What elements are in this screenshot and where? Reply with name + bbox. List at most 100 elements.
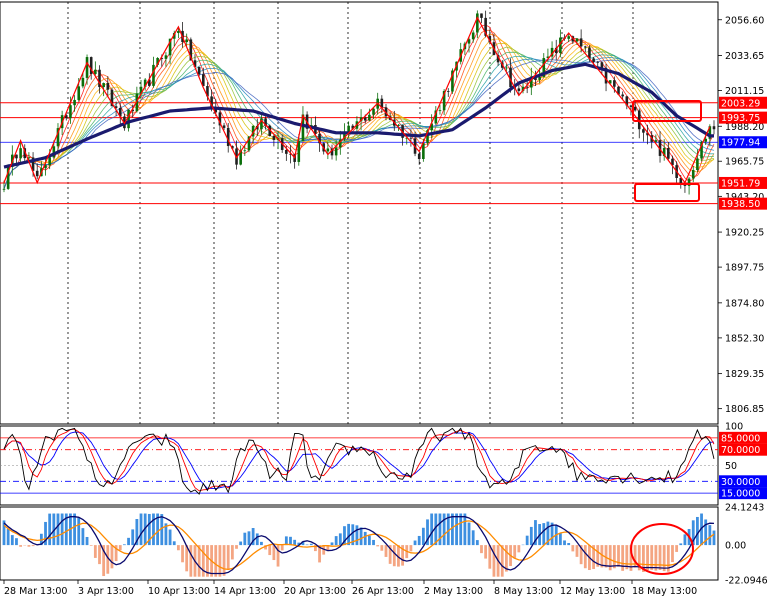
oscillator-level-tag-label: 85.0000	[721, 433, 760, 444]
macd-histogram-bar	[243, 532, 247, 546]
candle-body	[691, 170, 695, 179]
macd-histogram-bar	[10, 535, 14, 546]
macd-histogram-bar	[309, 543, 313, 546]
price-plot-area	[0, 1, 719, 425]
macd-histogram-bar	[683, 534, 687, 546]
candle-body	[621, 94, 624, 97]
x-tick-label: 12 May 13:00	[560, 586, 625, 597]
macd-histogram-bar	[81, 528, 85, 546]
macd-histogram-bar	[471, 530, 475, 546]
price-tick-label: 1965.75	[725, 157, 764, 168]
macd-histogram-bar	[85, 536, 89, 546]
macd-histogram-bar	[48, 513, 52, 546]
macd-histogram-bar	[305, 544, 309, 546]
macd-histogram-bar	[671, 545, 674, 563]
trading-chart: 2056.602033.652011.151988.201965.751943.…	[0, 1, 768, 597]
macd-histogram-bar	[654, 545, 658, 571]
macd-histogram-bar	[89, 545, 93, 546]
macd-histogram-bar	[272, 545, 276, 561]
price-tick-label: 2056.60	[725, 15, 764, 26]
candle-body	[2, 188, 6, 190]
candle-body	[409, 137, 413, 139]
level-price-tag-label: 1951.79	[721, 178, 760, 189]
candle-body	[633, 106, 637, 111]
candle-body	[285, 149, 288, 154]
macd-histogram-bar	[152, 513, 155, 546]
macd-histogram-bar	[563, 540, 566, 546]
macd-histogram-bar	[712, 530, 716, 546]
macd-histogram-bar	[230, 545, 234, 560]
candle-body	[272, 135, 276, 140]
macd-histogram-bar	[15, 538, 18, 546]
macd-tick-label: -22.0946	[725, 576, 768, 587]
candle-body	[222, 125, 226, 128]
macd-histogram-bar	[268, 545, 272, 556]
candle-body	[476, 13, 479, 33]
x-tick-label: 8 May 13:00	[494, 586, 553, 597]
macd-histogram-bar	[247, 531, 251, 546]
macd-histogram-bar	[646, 545, 649, 571]
candle-body	[613, 80, 616, 87]
macd-histogram-bar	[380, 545, 384, 551]
candle-body	[69, 105, 72, 119]
price-tick-label: 2011.15	[725, 86, 764, 97]
candle-body	[19, 148, 22, 159]
x-tick-label: 14 Apr 13:00	[214, 586, 276, 597]
macd-histogram-bar	[451, 513, 454, 546]
candle-body	[417, 153, 421, 160]
candle-body	[106, 83, 110, 90]
level-price-tag-label: 1938.50	[721, 199, 760, 210]
macd-histogram-bar	[392, 545, 396, 567]
macd-histogram-bar	[525, 535, 529, 546]
candle-body	[696, 158, 699, 171]
macd-histogram-bar	[650, 545, 654, 570]
candle-body	[480, 13, 483, 18]
macd-histogram-bar	[662, 545, 666, 572]
oscillator-level-tag-label: 70.0000	[721, 445, 760, 456]
oscillator-panel[interactable]: 10085.000070.0000 50 30.000015.0000	[0, 422, 767, 506]
candle-body	[629, 105, 633, 107]
oscillator-tick-label: 100	[725, 422, 743, 433]
candle-body	[102, 83, 105, 88]
level-price-tag-label: 1993.75	[721, 113, 760, 124]
macd-histogram-bar	[500, 545, 504, 577]
candle-body	[446, 91, 450, 92]
candle-body	[372, 108, 375, 115]
price-tick-label: 1874.80	[725, 298, 764, 309]
macd-histogram-bar	[513, 545, 517, 559]
candle-body	[15, 154, 18, 159]
macd-histogram-bar	[600, 545, 604, 568]
macd-histogram-bar	[289, 536, 292, 546]
macd-histogram-bar	[239, 541, 243, 546]
macd-histogram-bar	[384, 545, 388, 557]
macd-histogram-bar	[60, 513, 64, 546]
macd-histogram-bar	[367, 535, 371, 546]
candle-body	[596, 61, 600, 63]
macd-histogram-bar	[131, 529, 135, 546]
macd-histogram-bar	[413, 540, 417, 546]
macd-histogram-bar	[201, 545, 205, 577]
macd-histogram-bar	[235, 545, 238, 549]
macd-histogram-bar	[376, 545, 380, 547]
macd-histogram-bar	[612, 545, 616, 569]
macd-histogram-bar	[517, 545, 521, 553]
candle-body	[583, 46, 587, 48]
macd-histogram-bar	[438, 513, 442, 546]
macd-histogram-bar	[708, 525, 712, 546]
macd-histogram-bar	[98, 545, 101, 565]
candle-body	[567, 36, 570, 39]
macd-histogram-bar	[480, 545, 483, 554]
macd-histogram-bar	[226, 545, 230, 570]
macd-histogram-bar	[218, 545, 222, 577]
macd-histogram-bar	[127, 537, 130, 546]
macd-histogram-bar	[625, 545, 629, 570]
macd-histogram-bar	[430, 513, 434, 546]
oscillator-tick-label: 50	[725, 461, 737, 472]
candle-body	[517, 88, 521, 91]
macd-histogram-bar	[658, 545, 662, 571]
macd-histogram-bar	[421, 527, 425, 546]
macd-histogram-bar	[675, 545, 679, 552]
macd-histogram-bar	[347, 523, 351, 546]
price-tick-label: 1852.30	[725, 333, 764, 344]
candle-body	[712, 126, 716, 130]
